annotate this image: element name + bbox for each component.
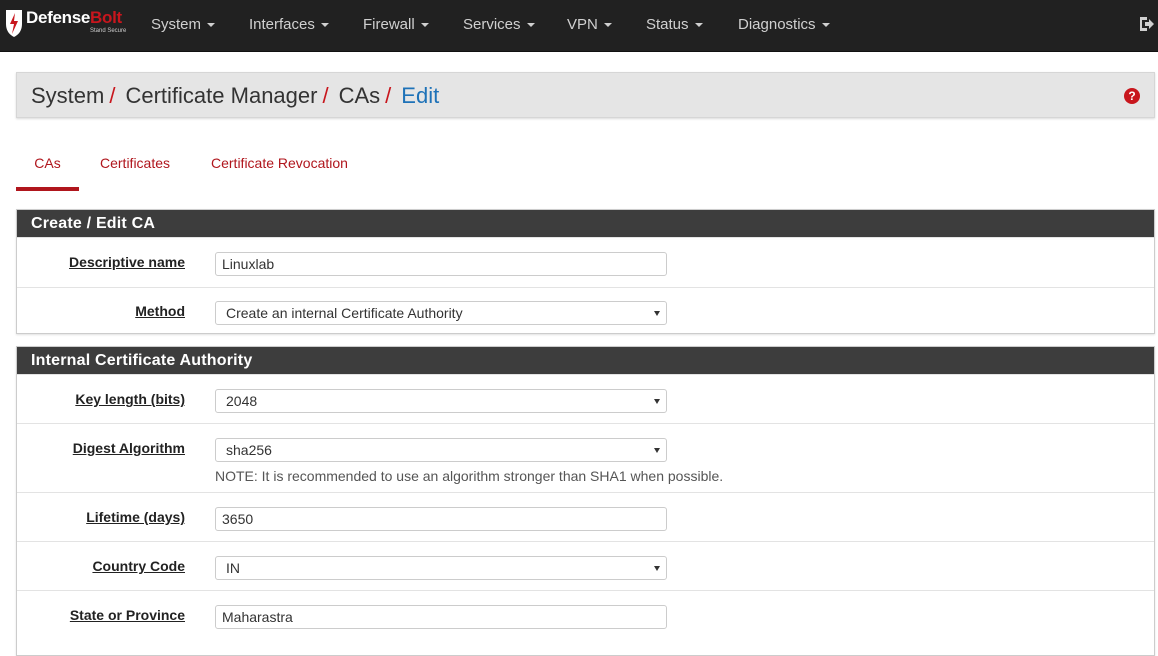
state-province-label: State or Province: [69, 607, 185, 623]
brand-name-red: Bolt: [90, 8, 122, 27]
nav-services[interactable]: Services: [463, 0, 535, 51]
breadcrumb-system[interactable]: System: [31, 83, 104, 108]
select-arrow-icon: [654, 399, 660, 404]
country-code-select-value: IN: [226, 560, 240, 576]
form-row-lifetime: Lifetime (days) 3650: [17, 492, 1154, 541]
top-navbar: DefenseBolt Stand Secure System Interfac…: [0, 0, 1158, 52]
nav-system[interactable]: System: [151, 0, 216, 51]
nav-label: VPN: [567, 16, 598, 33]
key-length-select[interactable]: 2048: [215, 389, 667, 413]
select-arrow-icon: [654, 448, 660, 453]
breadcrumb-current[interactable]: Edit: [401, 83, 439, 108]
descriptive-name-input[interactable]: Linuxlab: [215, 252, 667, 276]
panel-heading: Create / Edit CA: [17, 210, 1154, 237]
digest-algorithm-select-value: sha256: [226, 442, 272, 458]
bolt-shield-icon: [6, 10, 22, 37]
breadcrumb-cas[interactable]: CAs: [339, 83, 381, 108]
brand-logo[interactable]: DefenseBolt Stand Secure: [4, 6, 136, 44]
form-row-country-code: Country Code IN: [17, 541, 1154, 590]
form-row-digest: Digest Algorithm sha256 NOTE: It is reco…: [17, 423, 1154, 492]
tab-certificates[interactable]: Certificates: [100, 147, 170, 187]
nav-label: System: [151, 16, 202, 33]
tab-certificate-revocation[interactable]: Certificate Revocation: [211, 147, 348, 187]
caret-down-icon: [821, 23, 830, 28]
method-select[interactable]: Create an internal Certificate Authority: [215, 301, 667, 325]
nav-label: Services: [463, 16, 521, 33]
logout-icon[interactable]: [1138, 15, 1154, 33]
country-code-select[interactable]: IN: [215, 556, 667, 580]
brand-tagline: Stand Secure: [90, 28, 127, 34]
form-row-state: State or Province Maharastra: [17, 590, 1154, 639]
form-row-method: Method Create an internal Certificate Au…: [17, 287, 1154, 333]
nav-label: Status: [646, 16, 689, 33]
lifetime-label: Lifetime (days): [86, 509, 185, 525]
caret-down-icon: [694, 23, 703, 28]
breadcrumb-certificate-manager[interactable]: Certificate Manager: [125, 83, 317, 108]
internal-ca-panel: Internal Certificate Authority Key lengt…: [16, 346, 1155, 656]
tab-bar: CAs Certificates Certificate Revocation: [16, 147, 1155, 191]
key-length-label: Key length (bits): [75, 391, 185, 407]
country-code-label: Country Code: [92, 558, 185, 574]
nav-vpn[interactable]: VPN: [567, 0, 612, 51]
caret-down-icon: [603, 23, 612, 28]
digest-algorithm-label: Digest Algorithm: [72, 440, 185, 456]
nav-interfaces[interactable]: Interfaces: [249, 0, 329, 51]
brand-name-white: Defense: [26, 8, 91, 27]
nav-label: Firewall: [363, 16, 415, 33]
select-arrow-icon: [654, 566, 660, 571]
caret-down-icon: [207, 23, 216, 28]
nav-status[interactable]: Status: [646, 0, 703, 51]
method-select-value: Create an internal Certificate Authority: [226, 305, 463, 321]
breadcrumb-separator: /: [385, 83, 392, 108]
breadcrumb-separator: /: [109, 83, 116, 108]
select-arrow-icon: [654, 311, 660, 316]
create-edit-ca-panel: Create / Edit CA Descriptive name Linuxl…: [16, 209, 1155, 334]
breadcrumb: System / Certificate Manager / CAs / Edit ?: [16, 72, 1155, 118]
method-label: Method: [135, 303, 185, 319]
help-icon[interactable]: ?: [1124, 88, 1140, 104]
key-length-select-value: 2048: [226, 393, 258, 409]
nav-diagnostics[interactable]: Diagnostics: [738, 0, 830, 51]
panel-heading: Internal Certificate Authority: [17, 347, 1154, 374]
breadcrumb-separator: /: [322, 83, 329, 108]
state-province-input[interactable]: Maharastra: [215, 605, 667, 629]
nav-firewall[interactable]: Firewall: [363, 0, 429, 51]
form-row-key-length: Key length (bits) 2048: [17, 374, 1154, 423]
tab-cas[interactable]: CAs: [16, 147, 79, 191]
lifetime-input[interactable]: 3650: [215, 507, 667, 531]
caret-down-icon: [526, 23, 535, 28]
digest-note: NOTE: It is recommended to use an algori…: [215, 468, 724, 484]
caret-down-icon: [420, 23, 429, 28]
nav-label: Interfaces: [249, 16, 315, 33]
descriptive-name-label: Descriptive name: [69, 254, 185, 270]
form-row-descriptive-name: Descriptive name Linuxlab: [17, 237, 1154, 287]
caret-down-icon: [320, 23, 329, 28]
nav-label: Diagnostics: [738, 16, 816, 33]
digest-algorithm-select[interactable]: sha256: [215, 438, 667, 462]
